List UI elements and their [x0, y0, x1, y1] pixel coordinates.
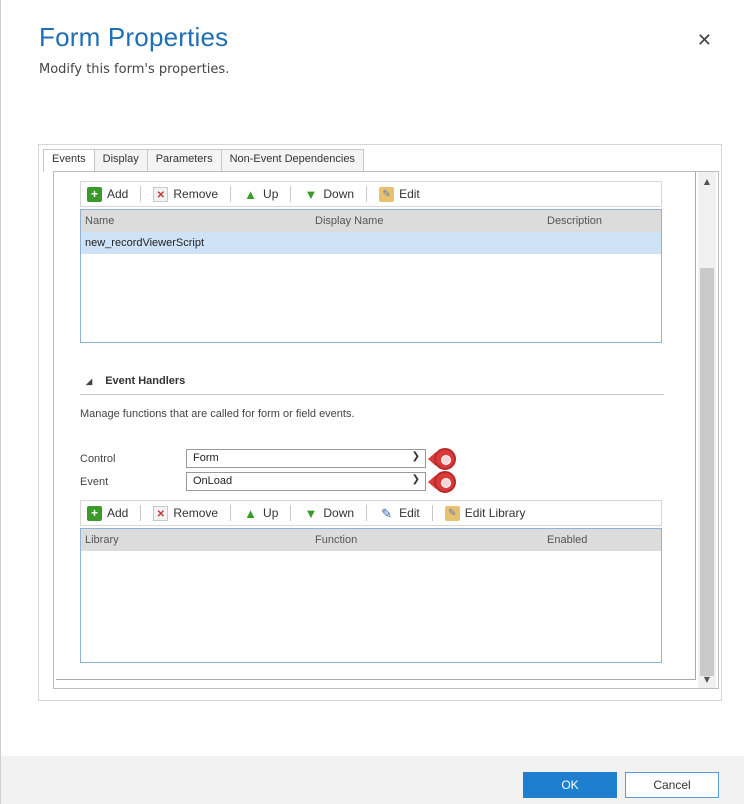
scroll-up-arrow-icon[interactable]: ▲ [698, 174, 716, 190]
handlers-add-button[interactable]: + Add [81, 505, 134, 521]
libraries-down-button[interactable]: ▼ Down [297, 187, 360, 202]
libraries-toolbar: + Add ✕ Remove ▲ Up ▼ Down ✎ Edit [80, 181, 662, 207]
handlers-grid-header: Library Function Enabled [81, 529, 661, 551]
arrow-down-icon: ▼ [304, 186, 318, 202]
event-label: Event [80, 476, 109, 488]
toolbar-separator [290, 505, 292, 521]
handlers-grid: Library Function Enabled [80, 528, 662, 663]
handlers-remove-button[interactable]: ✕ Remove [147, 505, 224, 521]
event-handlers-description: Manage functions that are called for for… [80, 408, 355, 420]
libraries-add-button[interactable]: + Add [81, 186, 134, 202]
tab-non-event-dependencies[interactable]: Non-Event Dependencies [220, 149, 364, 171]
arrow-down-icon: ▼ [304, 505, 318, 521]
library-name-cell: new_recordViewerScript [85, 237, 205, 249]
ok-button[interactable]: OK [523, 772, 617, 798]
dialog-title: Form Properties [39, 22, 229, 52]
handlers-remove-label: Remove [173, 506, 219, 520]
column-header-name[interactable]: Name [85, 215, 114, 227]
libraries-remove-button[interactable]: ✕ Remove [147, 186, 224, 202]
toolbar-separator [140, 505, 142, 521]
add-icon: + [87, 186, 102, 202]
vertical-scrollbar[interactable]: ▲ ▼ [698, 172, 716, 688]
scroll-down-arrow-icon[interactable]: ▼ [698, 672, 716, 688]
handlers-edit-library-button[interactable]: ✎ Edit Library [439, 505, 532, 521]
edit-icon: ✎ [379, 186, 395, 202]
toolbar-separator [366, 186, 368, 202]
table-row[interactable]: new_recordViewerScript [81, 232, 661, 254]
column-header-function[interactable]: Function [315, 534, 357, 546]
libraries-grid: Name Display Name Description new_record… [80, 209, 662, 343]
handlers-add-label: Add [107, 506, 129, 520]
libraries-remove-label: Remove [173, 187, 219, 201]
collapse-triangle-icon: ◢ [86, 377, 93, 386]
arrow-up-icon: ▲ [244, 505, 257, 521]
libraries-edit-button[interactable]: ✎ Edit [373, 186, 426, 202]
control-label: Control [80, 453, 116, 465]
arrow-up-icon: ▲ [244, 186, 257, 202]
dialog-window: Form Properties Modify this form's prope… [0, 0, 744, 804]
toolbar-separator [366, 505, 368, 521]
callout-marker-icon [434, 448, 456, 470]
toolbar-separator [140, 186, 142, 202]
libraries-add-label: Add [107, 187, 129, 201]
events-panel: + Add ✕ Remove ▲ Up ▼ Down ✎ Edit Name D… [53, 171, 719, 689]
handlers-edit-button[interactable]: ✎ Edit [373, 506, 426, 521]
control-select[interactable]: Form ❯ [186, 449, 426, 468]
cancel-button[interactable]: Cancel [625, 772, 719, 798]
control-select-value: Form [193, 452, 219, 464]
scroll-thumb[interactable] [700, 268, 714, 676]
column-header-display-name[interactable]: Display Name [315, 215, 383, 227]
event-select[interactable]: OnLoad ❯ [186, 472, 426, 491]
toolbar-separator [230, 186, 232, 202]
libraries-edit-label: Edit [399, 187, 420, 201]
event-select-value: OnLoad [193, 475, 233, 487]
toolbar-separator [230, 505, 232, 521]
handlers-edit-library-label: Edit Library [464, 506, 526, 520]
tab-display[interactable]: Display [93, 149, 148, 171]
remove-icon: ✕ [153, 505, 169, 521]
handlers-up-label: Up [263, 506, 279, 520]
pencil-icon: ✎ [381, 505, 393, 521]
toolbar-separator [290, 186, 292, 202]
tab-strip: Events Display Parameters Non-Event Depe… [43, 149, 364, 172]
event-handlers-section-header[interactable]: ◢ Event Handlers [80, 365, 664, 395]
libraries-grid-header: Name Display Name Description [81, 210, 661, 232]
edit-library-icon: ✎ [444, 505, 460, 521]
column-header-library[interactable]: Library [85, 534, 119, 546]
handlers-edit-label: Edit [399, 506, 420, 520]
tab-parameters[interactable]: Parameters [146, 149, 222, 171]
tab-events[interactable]: Events [43, 149, 95, 172]
chevron-down-icon: ❯ [411, 474, 420, 485]
close-icon[interactable]: ✕ [697, 32, 712, 50]
add-icon: + [87, 505, 102, 521]
dialog-footer: OK Cancel [1, 756, 744, 804]
handlers-toolbar: + Add ✕ Remove ▲ Up ▼ Down ✎ Edit ✎ Edit… [80, 500, 662, 526]
events-panel-content: + Add ✕ Remove ▲ Up ▼ Down ✎ Edit Name D… [56, 172, 696, 680]
toolbar-separator [431, 505, 433, 521]
libraries-up-button[interactable]: ▲ Up [237, 187, 284, 202]
event-handlers-title: Event Handlers [105, 375, 186, 387]
dialog-subtitle: Modify this form's properties. [39, 62, 230, 77]
column-header-description[interactable]: Description [547, 215, 602, 227]
handlers-down-button[interactable]: ▼ Down [297, 506, 360, 521]
handlers-up-button[interactable]: ▲ Up [237, 506, 284, 521]
callout-marker-icon [434, 471, 456, 493]
libraries-up-label: Up [263, 187, 279, 201]
libraries-down-label: Down [323, 187, 355, 201]
handlers-down-label: Down [323, 506, 355, 520]
remove-icon: ✕ [153, 186, 169, 202]
chevron-down-icon: ❯ [411, 451, 420, 462]
column-header-enabled[interactable]: Enabled [547, 534, 587, 546]
